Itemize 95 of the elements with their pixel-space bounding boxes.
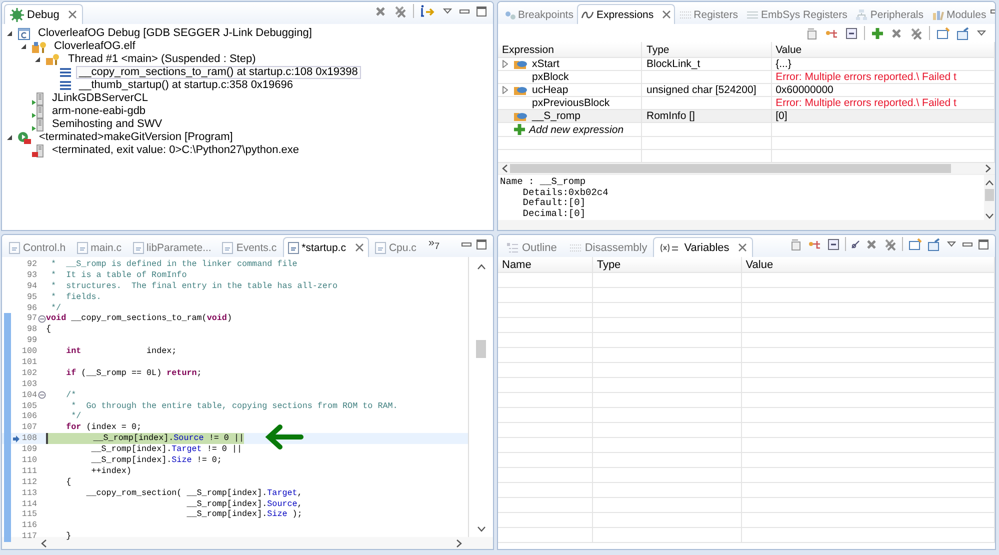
code-line: } [65, 531, 72, 542]
tab[interactable]: Debug [4, 4, 84, 24]
line-number: 106 [21, 411, 37, 422]
code-line: __S_romp[index].Target != 0 || [90, 444, 242, 456]
column-header[interactable]: Type [592, 257, 742, 272]
code-line: * structures. The final entry in the table has all-zero [50, 280, 338, 292]
code-line: int index; [65, 346, 177, 358]
tab[interactable]: libParamete... [128, 237, 216, 257]
tab[interactable]: Outline [500, 237, 563, 257]
table-cell: xStart [532, 58, 560, 70]
tab[interactable]: Breakpoints [500, 4, 578, 24]
line-number: 105 [21, 400, 37, 412]
table-cell: BlockLink_t [646, 58, 700, 70]
line-number: 110 [21, 455, 37, 466]
tab[interactable]: main.c [72, 237, 127, 257]
line-number: 99 [26, 335, 37, 346]
code-line: for (index = 0; [65, 422, 142, 434]
line-number: 96 [26, 302, 37, 314]
table-cell: {...} [776, 58, 792, 70]
line-number: 107 [21, 422, 37, 434]
table-cell: 0x60000000 [776, 84, 834, 96]
more-tabs-button[interactable]: »$_{7}$ [422, 237, 446, 252]
column-header[interactable]: Name [498, 257, 592, 272]
table-cell: __S_romp [532, 110, 580, 122]
code-line: __S_romp[index].Source, [186, 498, 302, 510]
tab[interactable]: EmbSys Registers [742, 4, 852, 24]
column-header[interactable]: Expression [498, 42, 642, 58]
tab[interactable]: Disassembly [562, 237, 654, 257]
table-cell: Error: Multiple errors reported.\ Failed t [776, 71, 956, 82]
code-line: * __S_romp is defined in the linker command file [50, 259, 298, 270]
tab[interactable]: Variables [653, 237, 754, 257]
tab[interactable]: Expressions [577, 4, 675, 24]
code-line: if (__S_romp == 0L) return; [65, 368, 202, 379]
line-number: 98 [26, 324, 37, 336]
code-line: */ [50, 302, 62, 314]
line-number: 102 [21, 368, 37, 379]
line-number: 112 [21, 476, 37, 488]
tree-item[interactable]: __thumb_startup() at startup.c:358 0x19696 [76, 79, 296, 92]
table-cell: pxBlock [532, 71, 569, 82]
table-cell: RomInfo [] [646, 110, 695, 122]
line-number: 111 [21, 466, 37, 477]
code-line: * fields. [50, 292, 102, 303]
tree-item[interactable]: <terminated>makeGitVersion [Program] [36, 131, 236, 144]
line-number: 93 [26, 270, 37, 281]
line-number: 92 [26, 259, 37, 270]
table-cell: [0] [776, 110, 788, 122]
code-line: __copy_rom_section( __S_romp[index].Target, [85, 488, 302, 499]
code-line: ++index) [90, 466, 132, 477]
code-line: { [65, 476, 72, 488]
tree-item[interactable]: __copy_rom_sections_to_ram() at startup.c:108 0x19398 [76, 66, 361, 79]
line-number: 117 [21, 531, 37, 542]
table-cell: Error: Multiple errors reported.\ Failed t [776, 97, 956, 108]
tab[interactable]: Registers [674, 4, 742, 24]
tab[interactable]: Control.h [4, 237, 71, 257]
tab[interactable]: Cpu.c [370, 237, 422, 257]
tab[interactable]: Events.c [217, 237, 282, 257]
line-number: 101 [21, 357, 37, 368]
line-number: 100 [21, 346, 37, 358]
tree-item[interactable]: CloverleafOG Debug [GDB SEGGER J-Link Debugging] [35, 27, 315, 40]
line-number: 108 [21, 433, 37, 444]
tree-item[interactable]: CloverleafOG.elf [51, 40, 138, 53]
code-line: * Go through the entire table, copying sections from ROM to RAM. [70, 400, 398, 412]
code-line: * It is a table of RomInfo [50, 270, 187, 281]
column-header[interactable]: Value [771, 42, 994, 58]
tree-item[interactable]: JLinkGDBServerCL [49, 92, 151, 105]
table-cell: unsigned char [524200] [646, 84, 756, 96]
code-line: void __copy_rom_sections_to_ram(void) [46, 313, 232, 324]
line-number: 113 [21, 488, 37, 499]
line-number: 109 [21, 444, 37, 456]
table-cell: pxPreviousBlock [532, 97, 610, 108]
tree-item[interactable]: arm-none-eabi-gdb [49, 105, 149, 118]
line-number: 97 [26, 313, 37, 324]
tab[interactable]: *startup.c [282, 237, 369, 257]
line-number: 114 [21, 498, 37, 510]
line-number: 115 [21, 509, 37, 520]
column-header[interactable]: Type [642, 42, 772, 58]
tree-item[interactable]: Thread #1 <main> (Suspended : Step) [65, 53, 259, 66]
line-number: 116 [21, 520, 37, 532]
tree-item[interactable]: <terminated, exit value: 0>C:\Python27\python.exe [49, 144, 302, 157]
code-line: */ [70, 411, 82, 422]
line-number: 104 [21, 390, 37, 401]
details-text: Name : __S_romp Details:0xb02c4 Default:[0] Decimal:[0] [499, 175, 610, 220]
code-line: /* [65, 390, 76, 401]
tab[interactable]: Modules [928, 4, 990, 24]
line-number: 95 [26, 292, 37, 303]
code-line: __S_romp[index].Size != 0; [90, 455, 222, 466]
line-number: 103 [21, 378, 37, 390]
table-cell: ucHeap [532, 84, 568, 96]
code-line: { [46, 324, 52, 336]
tree-item[interactable]: Semihosting and SWV [49, 118, 166, 131]
line-number: 94 [26, 280, 37, 292]
add-expression-button[interactable]: Add new expression [529, 124, 624, 136]
tab[interactable]: Peripherals [851, 4, 928, 24]
column-header[interactable]: Value [741, 257, 994, 272]
code-line: __S_romp[index].Size ); [186, 509, 302, 520]
